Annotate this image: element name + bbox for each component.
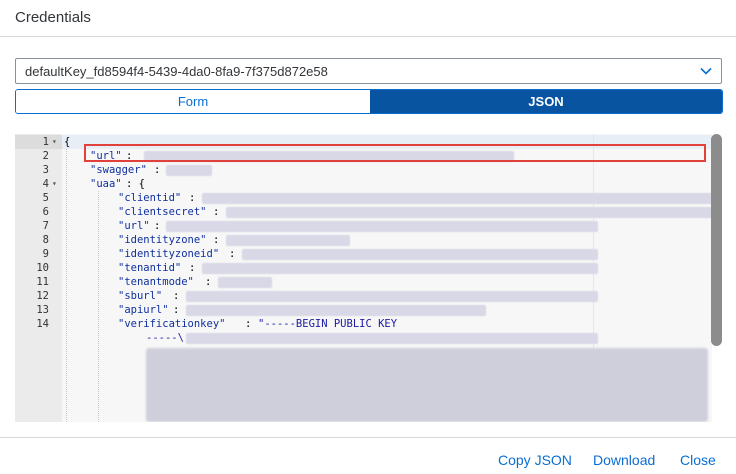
colon: : [173, 304, 180, 316]
dialog-title: Credentials [15, 9, 91, 26]
json-key: "identityzone" [118, 234, 207, 246]
json-key: "swagger" [90, 164, 147, 176]
redacted-value [242, 249, 598, 260]
line-number: 11 [36, 276, 49, 288]
colon: : [213, 206, 220, 218]
tab-json[interactable]: JSON [370, 90, 722, 113]
chevron-down-icon[interactable] [699, 64, 713, 78]
json-key: "verificationkey" [118, 318, 226, 330]
redacted-value [202, 263, 598, 274]
fold-arrow-icon[interactable]: ▾ [52, 177, 60, 191]
service-key-select[interactable]: defaultKey_fd8594f4-5439-4da0-8fa9-7f375… [15, 58, 722, 84]
colon: : [154, 164, 161, 176]
line-number: 4 [42, 178, 49, 190]
dialog-footer: Copy JSON Download Close [0, 437, 736, 474]
json-key: "url" [118, 220, 150, 232]
json-key: "sburl" [118, 290, 163, 302]
colon: : [205, 276, 212, 288]
colon: : [213, 234, 220, 246]
json-key: "clientid" [118, 192, 182, 204]
json-key: "apiurl" [118, 304, 169, 316]
redacted-value [202, 193, 712, 204]
redacted-value [186, 291, 598, 302]
indent-guide [98, 191, 99, 422]
fold-arrow-icon[interactable]: ▾ [52, 135, 60, 149]
json-key: "identityzoneid" [118, 248, 220, 260]
line-number: 5 [42, 192, 49, 204]
colon: : [154, 220, 161, 232]
colon: : [229, 248, 236, 260]
close-button[interactable]: Close [680, 452, 716, 468]
highlight-box [84, 144, 706, 162]
code-text: : { [126, 178, 145, 190]
line-number: 12 [36, 290, 49, 302]
json-key: "tenantmode" [118, 276, 194, 288]
redacted-value [226, 207, 712, 218]
copy-json-button[interactable]: Copy JSON [498, 452, 572, 468]
line-number: 2 [42, 150, 49, 162]
line-number: 13 [36, 304, 49, 316]
scrollbar-thumb[interactable] [711, 134, 722, 346]
editor-scrollbar[interactable] [711, 134, 722, 422]
redacted-value [186, 305, 486, 316]
line-number: 9 [42, 248, 49, 260]
colon: : [189, 262, 196, 274]
code-area[interactable]: { "url" : "swagger" : "uaa" : { "clienti… [62, 134, 712, 422]
colon: : [245, 318, 252, 330]
colon: : [189, 192, 196, 204]
line-number: 8 [42, 234, 49, 246]
colon: : [173, 290, 180, 302]
code-line: { [64, 136, 71, 148]
redacted-value [218, 277, 272, 288]
dialog-header: Credentials [0, 0, 736, 37]
line-number: 6 [42, 206, 49, 218]
json-editor[interactable]: 1 ▾ 2 3 4 ▾ 5 6 7 8 9 10 11 12 13 14 { "… [15, 134, 712, 422]
line-number: 7 [42, 220, 49, 232]
json-key: "clientsecret" [118, 206, 207, 218]
redacted-value [166, 221, 598, 232]
json-key: "uaa" [90, 178, 122, 190]
service-key-value: defaultKey_fd8594f4-5439-4da0-8fa9-7f375… [25, 64, 328, 79]
line-number: 1 [42, 136, 49, 148]
tab-form[interactable]: Form [16, 90, 370, 113]
json-string-value: "-----BEGIN PUBLIC KEY [258, 318, 398, 330]
line-number: 10 [36, 262, 49, 274]
indent-guide [66, 149, 67, 422]
redacted-key-block [146, 348, 708, 422]
json-key: "tenantid" [118, 262, 182, 274]
json-string-value: -----\ [146, 332, 184, 344]
view-toggle: Form JSON [15, 89, 723, 114]
redacted-value [166, 165, 212, 176]
line-gutter: 1 ▾ 2 3 4 ▾ 5 6 7 8 9 10 11 12 13 14 [15, 134, 62, 422]
download-button[interactable]: Download [593, 452, 655, 468]
line-number: 3 [42, 164, 49, 176]
line-number: 14 [36, 318, 49, 330]
redacted-value [186, 333, 598, 344]
redacted-value [226, 235, 350, 246]
